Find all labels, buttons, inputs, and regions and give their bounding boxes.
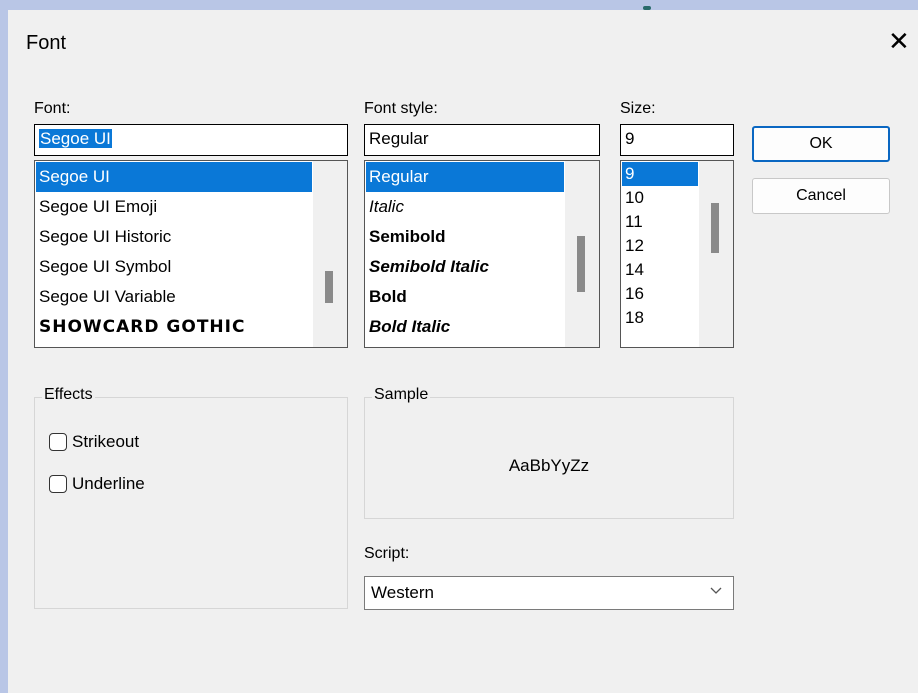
size-list[interactable]: 9 10 11 12 14 16 18 [620, 160, 734, 348]
font-list-scrollbar[interactable] [313, 161, 347, 347]
font-style-item[interactable]: Semibold [366, 222, 564, 252]
font-style-scrollbar[interactable] [565, 161, 599, 347]
font-style-input[interactable]: Regular [364, 124, 600, 156]
size-label: Size: [620, 100, 656, 117]
underline-checkbox[interactable] [49, 475, 67, 493]
strikeout-checkbox[interactable] [49, 433, 67, 451]
size-list-item[interactable]: 10 [622, 186, 698, 210]
size-list-item[interactable]: 12 [622, 234, 698, 258]
font-style-item[interactable]: Semibold Italic [366, 252, 564, 282]
font-style-label: Font style: [364, 100, 438, 117]
size-list-item[interactable]: 11 [622, 210, 698, 234]
script-select[interactable]: Western [364, 576, 734, 610]
font-label: Font: [34, 100, 71, 117]
effects-title: Effects [42, 386, 95, 404]
sample-group: Sample AaBbYyZz [364, 386, 734, 519]
size-list-item[interactable]: 9 [622, 162, 698, 186]
strikeout-label: Strikeout [72, 432, 140, 451]
font-list-item[interactable]: Segoe UI Historic [36, 222, 312, 252]
font-style-item[interactable]: Bold Italic [366, 312, 564, 342]
effects-group: Effects Strikeout Underline [34, 386, 348, 609]
font-list-item[interactable]: Segoe UI Emoji [36, 192, 312, 222]
size-list-item[interactable]: 18 [622, 306, 698, 330]
cancel-button[interactable]: Cancel [752, 178, 890, 214]
font-name-input[interactable]: Segoe UI [34, 124, 348, 156]
sample-title: Sample [372, 386, 431, 404]
underline-option[interactable]: Underline [49, 474, 145, 494]
font-list-item[interactable]: Segoe UI Symbol [36, 252, 312, 282]
underline-label: Underline [72, 474, 145, 493]
font-style-item[interactable]: Regular [366, 162, 564, 192]
close-icon[interactable]: ✕ [888, 28, 910, 54]
font-list-item[interactable]: Segoe UI Variable [36, 282, 312, 312]
size-list-scroll-thumb[interactable] [711, 203, 719, 253]
chevron-down-icon[interactable] [709, 583, 723, 602]
background-window-edge [0, 0, 8, 693]
font-style-list[interactable]: Regular Italic Semibold Semibold Italic … [364, 160, 600, 348]
sample-preview-text: AaBbYyZz [508, 456, 590, 475]
font-style-item[interactable]: Italic [366, 192, 564, 222]
font-list-item[interactable]: SHOWCARD GOTHIC [36, 312, 312, 342]
strikeout-option[interactable]: Strikeout [49, 432, 139, 452]
background-window-strip [0, 0, 918, 10]
font-list[interactable]: Segoe UI Segoe UI Emoji Segoe UI Histori… [34, 160, 348, 348]
size-list-scrollbar[interactable] [699, 161, 733, 347]
script-label: Script: [364, 545, 410, 562]
size-list-item[interactable]: 14 [622, 258, 698, 282]
size-input[interactable]: 9 [620, 124, 734, 156]
font-list-scroll-thumb[interactable] [325, 271, 333, 303]
font-dialog: Font ✕ Font: Segoe UI Segoe UI Segoe UI … [8, 10, 918, 693]
dialog-title: Font [26, 32, 67, 54]
script-value: Western [371, 583, 434, 602]
ok-button[interactable]: OK [752, 126, 890, 162]
font-name-value: Segoe UI [39, 129, 112, 148]
font-style-scroll-thumb[interactable] [577, 236, 585, 292]
font-list-item[interactable]: Segoe UI [36, 162, 312, 192]
size-list-item[interactable]: 16 [622, 282, 698, 306]
font-style-item[interactable]: Bold [366, 282, 564, 312]
